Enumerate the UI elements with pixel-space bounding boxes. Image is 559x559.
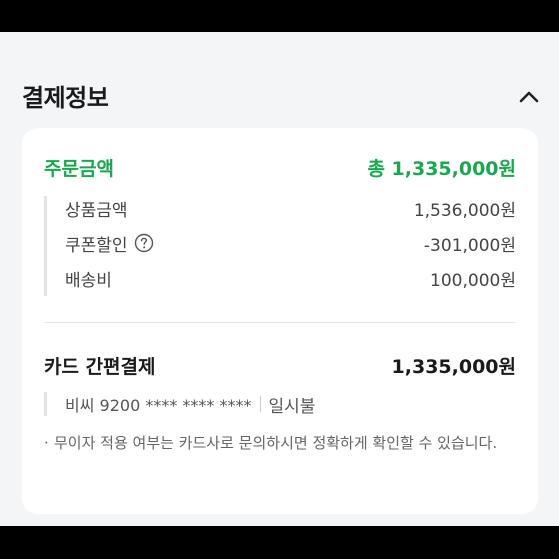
section-header[interactable]: 결제정보 [0,32,559,128]
product-amount-label: 상품금액 [65,200,128,221]
coupon-discount-row: 쿠폰할인 -301,000원 [65,231,516,256]
payment-method-row: 카드 간편결제 1,335,000원 [44,352,516,378]
payment-info-card: 주문금액 총 1,335,000원 상품금액 1,536,000원 쿠폰할인 -… [22,128,538,514]
coupon-discount-value: -301,000원 [423,235,516,256]
order-breakdown: 상품금액 1,536,000원 쿠폰할인 -301,000원 배송비 100,0… [44,196,516,296]
product-amount-row: 상품금액 1,536,000원 [65,196,516,221]
order-amount-label: 주문금액 [44,157,114,180]
notice-text: 무이자 적용 여부는 카드사로 문의하시면 정확하게 확인할 수 있습니다. [54,434,498,452]
interest-free-notice: · 무이자 적용 여부는 카드사로 문의하시면 정확하게 확인할 수 있습니다. [44,430,516,456]
coupon-discount-label: 쿠폰할인 [65,235,128,256]
chevron-up-icon [519,91,539,103]
section-title: 결제정보 [22,84,109,112]
card-info: 비씨 9200 **** **** **** 일시불 [44,392,516,417]
installment-type: 일시불 [268,396,316,417]
question-circle-icon[interactable] [134,233,154,253]
payment-info-screen: 결제정보 주문금액 총 1,335,000원 상품금액 1,536,000원 쿠… [0,32,559,526]
collapse-button[interactable] [512,82,546,112]
shipping-fee-row: 배송비 100,000원 [65,266,516,291]
payment-method-label: 카드 간편결제 [44,355,156,378]
product-amount-value: 1,536,000원 [413,200,516,221]
bullet-dot: · [44,434,49,452]
shipping-fee-label: 배송비 [65,270,112,291]
coupon-discount-label-wrap: 쿠폰할인 [65,231,154,256]
shipping-fee-value: 100,000원 [430,270,516,291]
card-number: 비씨 9200 **** **** **** [65,396,252,415]
order-amount-row: 주문금액 총 1,335,000원 [44,154,516,180]
payment-amount: 1,335,000원 [391,355,516,378]
divider [44,322,516,323]
order-total-amount: 총 1,335,000원 [367,157,516,180]
vertical-separator [259,396,261,412]
